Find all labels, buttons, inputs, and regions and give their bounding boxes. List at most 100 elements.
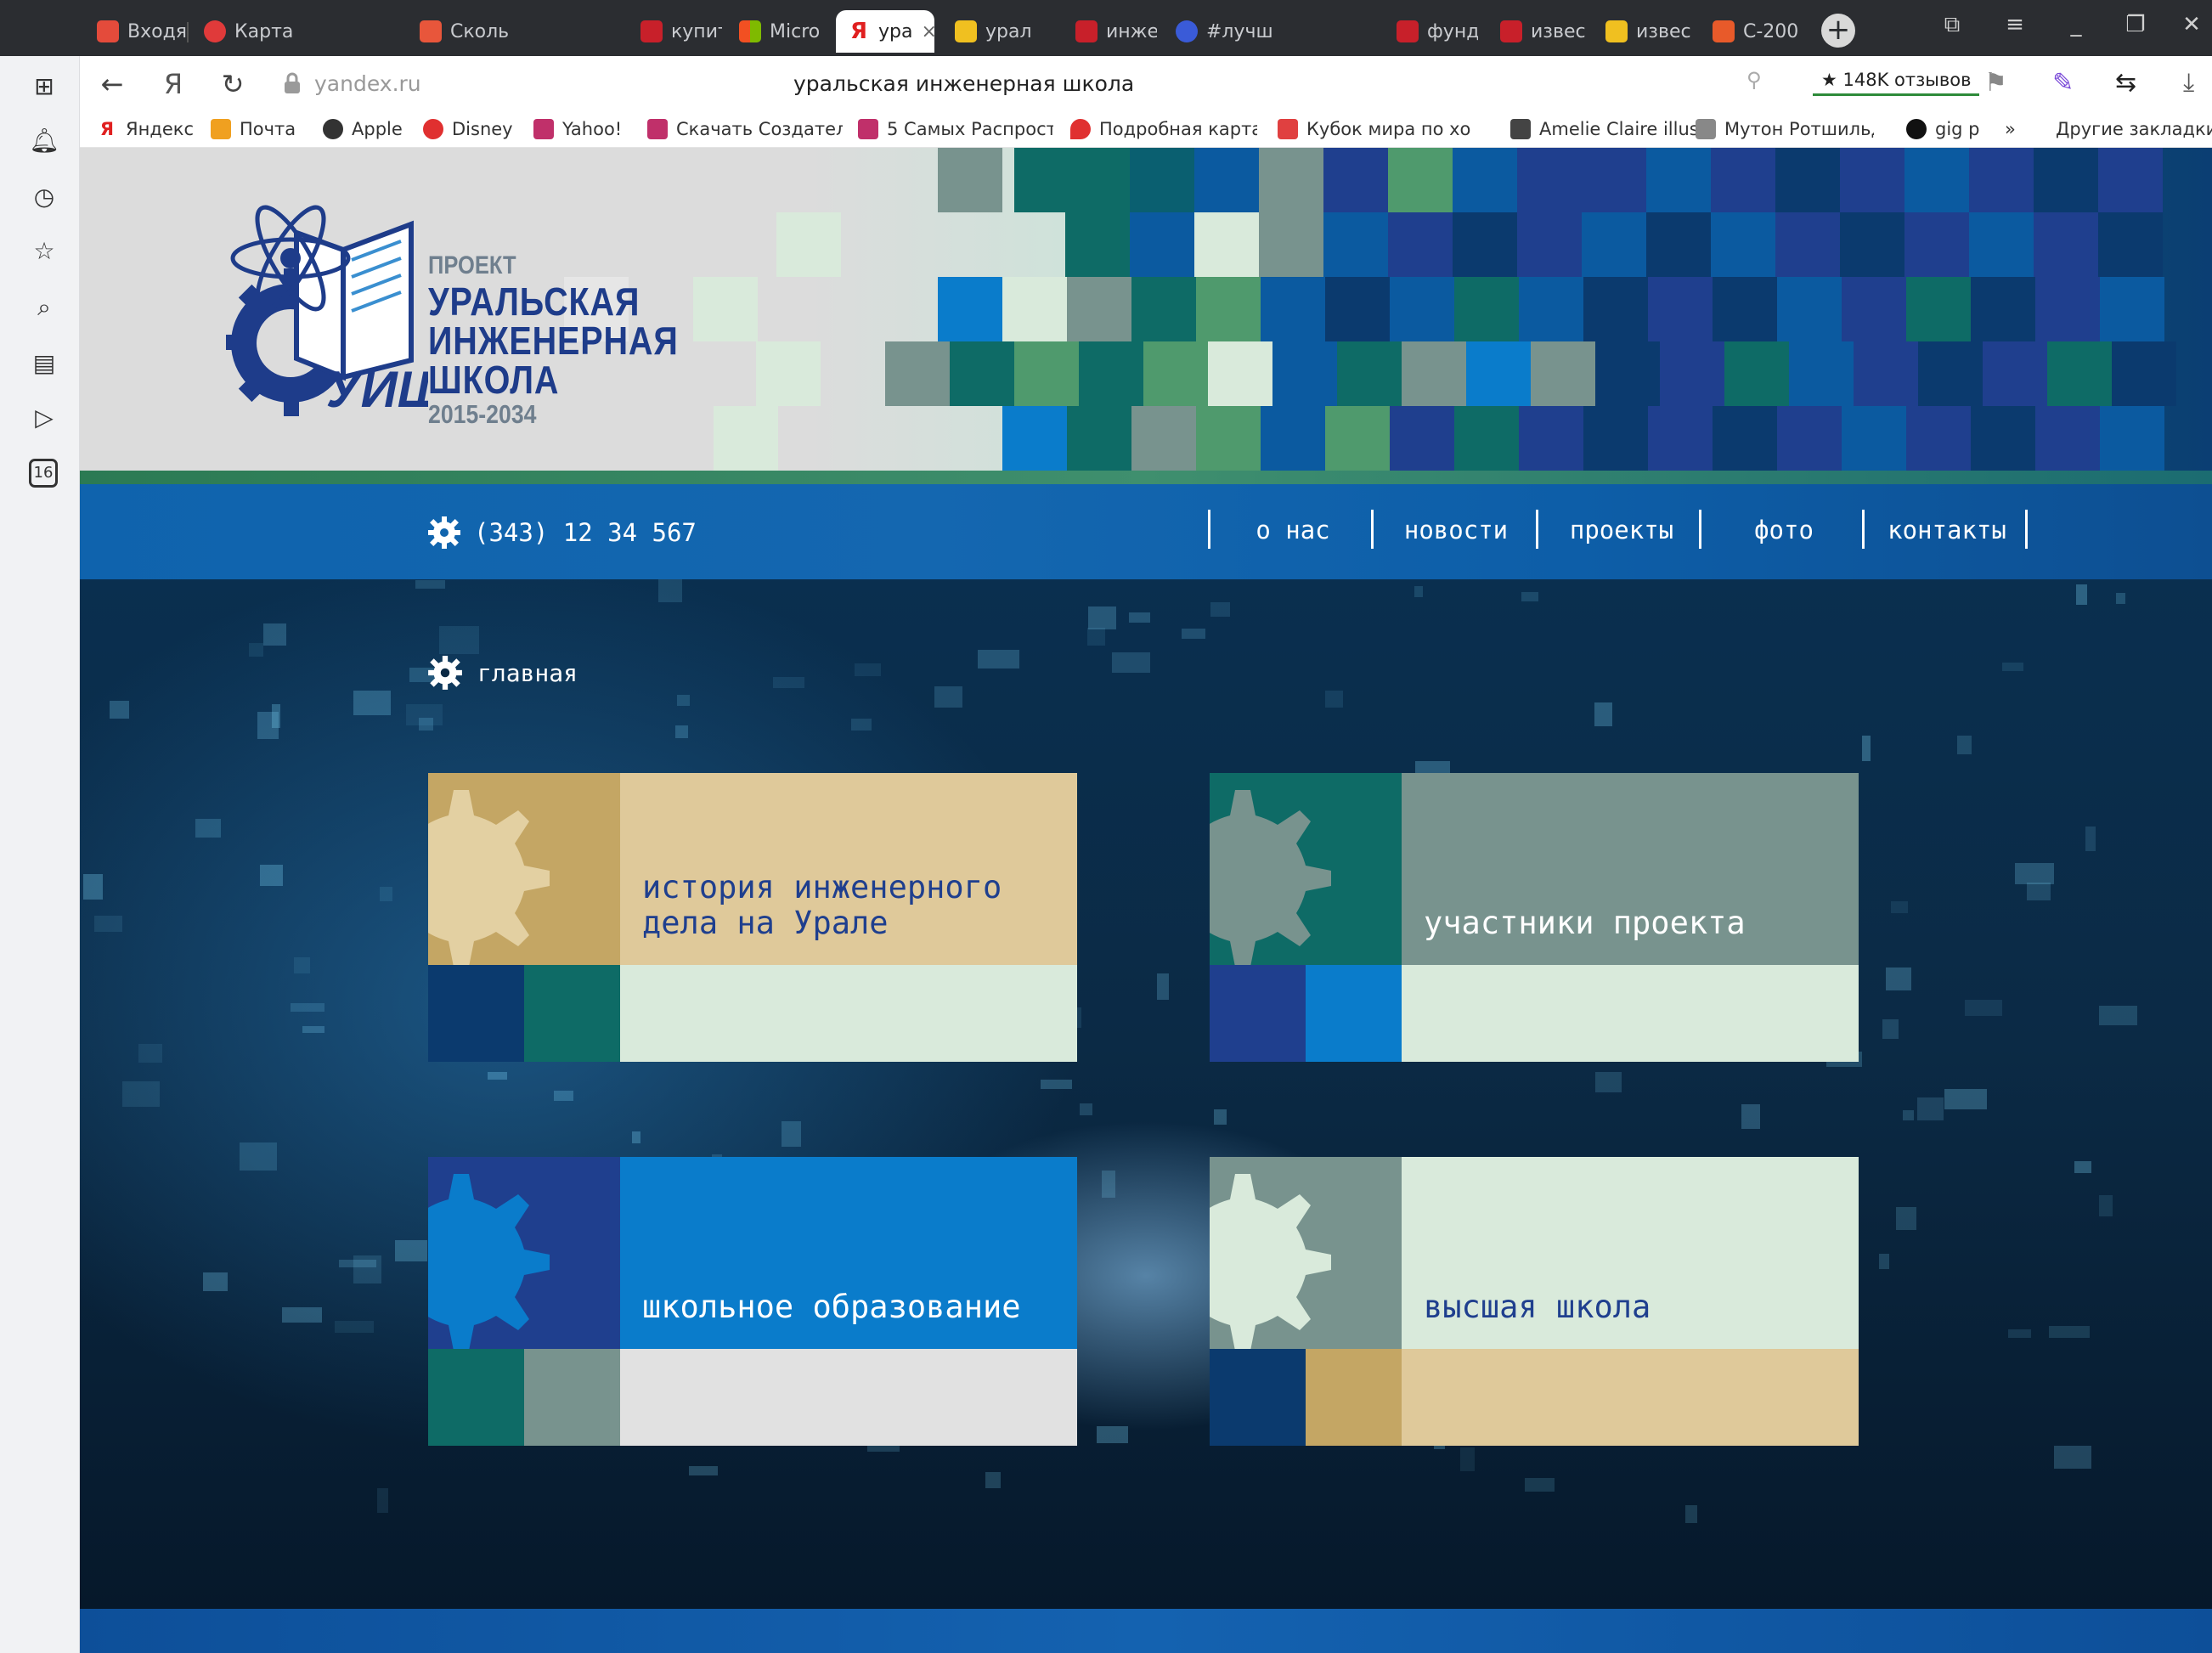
download-icon[interactable]: ⤓ bbox=[2183, 68, 2194, 98]
nav-link-contacts[interactable]: контакты bbox=[1867, 510, 2027, 550]
bookmark-item[interactable]: Disney bbox=[423, 119, 513, 139]
tab-label: извес bbox=[1636, 20, 1691, 42]
restore-icon[interactable]: ❐ bbox=[2119, 12, 2153, 37]
address-page-title[interactable]: уральская инженерная школа bbox=[793, 71, 1134, 96]
grid-spark bbox=[1112, 652, 1151, 673]
mosaic-square bbox=[2035, 406, 2100, 471]
bookmark-item[interactable]: Скачать Создател bbox=[647, 119, 843, 139]
close-tab-icon[interactable]: × bbox=[921, 21, 934, 42]
tab[interactable]: С-200 bbox=[1701, 10, 1811, 53]
mosaic-square bbox=[1143, 341, 1208, 406]
tab-menu-icon[interactable]: ≡ bbox=[1998, 12, 2032, 37]
site-icon bbox=[1713, 20, 1735, 42]
bookmark-item[interactable]: Amelie Claire illust bbox=[1510, 119, 1714, 139]
search-page-icon[interactable]: ⌕ bbox=[29, 292, 59, 323]
bell-icon[interactable]: 🔔︎ bbox=[29, 126, 59, 156]
site-logo[interactable]: УИШ ПРОЕКТ УРАЛЬСКАЯ ИНЖЕНЕРНАЯ ШКОЛА 20… bbox=[216, 190, 691, 429]
tab[interactable]: инже bbox=[1064, 10, 1157, 53]
site-icon bbox=[647, 119, 668, 139]
close-window-icon[interactable]: ✕ bbox=[2175, 12, 2209, 37]
grid-spark bbox=[2099, 1005, 2138, 1026]
grid-spark bbox=[2054, 1445, 2092, 1469]
bookmark-item[interactable]: Подробная карта bbox=[1070, 119, 1257, 139]
bookmark-item[interactable]: Apple bbox=[323, 119, 403, 139]
breadcrumb[interactable]: главная bbox=[426, 654, 578, 691]
new-tab-button[interactable]: + bbox=[1821, 14, 1855, 48]
nav-link-news[interactable]: новости bbox=[1376, 510, 1536, 550]
tab-active[interactable]: Я ура × bbox=[836, 10, 934, 53]
tab[interactable]: Micro bbox=[727, 10, 832, 53]
bookmark-item[interactable]: Почта bbox=[211, 119, 296, 139]
tile-project-participants[interactable]: участники проекта bbox=[1210, 773, 1859, 1062]
mosaic-square bbox=[1583, 277, 1648, 341]
bookmark-flag-icon[interactable]: ⚑ bbox=[1984, 68, 2007, 98]
mosaic-square bbox=[1261, 406, 1325, 471]
mosaic-square bbox=[1453, 212, 1517, 277]
mosaic-square bbox=[1713, 406, 1777, 471]
grid-spark bbox=[2115, 592, 2125, 605]
grid-spark bbox=[1414, 586, 1424, 598]
map-pin-icon bbox=[1070, 119, 1091, 139]
tab[interactable]: извес bbox=[1488, 10, 1590, 53]
yahoo-icon bbox=[533, 119, 554, 139]
yandex-icon: Я bbox=[848, 20, 870, 42]
tab[interactable]: купит bbox=[629, 10, 722, 53]
reviews-badge[interactable]: ★ 148K отзывов bbox=[1813, 66, 1980, 96]
bookmark-item[interactable]: Yahoo! bbox=[533, 119, 622, 139]
tabs-overview-icon[interactable]: ⧉ bbox=[1935, 12, 1969, 38]
pen-icon[interactable]: ✎ bbox=[2052, 68, 2074, 98]
tile-block bbox=[620, 965, 1077, 1062]
tile-school-education[interactable]: школьное образование bbox=[428, 1157, 1077, 1446]
mosaic-square bbox=[2035, 277, 2100, 341]
url-host[interactable]: yandex.ru bbox=[314, 71, 421, 96]
location-pin-icon[interactable]: ⚲ bbox=[1746, 68, 1762, 92]
nav-link-photo[interactable]: фото bbox=[1704, 510, 1864, 550]
mosaic-square bbox=[885, 341, 950, 406]
yandex-home-icon[interactable]: Я bbox=[155, 68, 192, 100]
bookmarks-more-button[interactable]: » bbox=[2005, 119, 2016, 139]
tab[interactable]: фунд bbox=[1385, 10, 1478, 53]
bookmark-star-icon[interactable]: ☆ bbox=[29, 236, 59, 267]
bookmark-item[interactable]: gig p bbox=[1906, 119, 1991, 139]
tile-engineering-history[interactable]: история инженерного дела на Урале bbox=[428, 773, 1077, 1062]
minimize-icon[interactable]: _ bbox=[2059, 12, 2093, 37]
reload-icon[interactable]: ↻ bbox=[214, 68, 251, 100]
grid-spark bbox=[376, 1487, 388, 1514]
mosaic-square bbox=[1777, 406, 1842, 471]
tab[interactable]: урал bbox=[943, 10, 1048, 53]
tile-block bbox=[428, 965, 524, 1062]
tab[interactable]: Сколь bbox=[408, 10, 518, 53]
back-arrow-icon[interactable]: ← bbox=[93, 68, 131, 100]
grid-spark bbox=[488, 1072, 507, 1080]
mosaic-square bbox=[2100, 406, 2164, 471]
history-clock-icon[interactable]: ◷ bbox=[29, 182, 59, 212]
bookmark-item[interactable]: Кубок мира по хо bbox=[1278, 119, 1490, 139]
mosaic-square bbox=[1583, 406, 1648, 471]
tab[interactable]: извес bbox=[1594, 10, 1696, 53]
grid-spark bbox=[259, 864, 284, 887]
tile-block bbox=[524, 965, 620, 1062]
translate-icon[interactable]: ⇆ bbox=[2115, 68, 2136, 98]
grid-spark bbox=[1097, 1426, 1129, 1443]
bookmark-item[interactable]: 5 Самых Распрост bbox=[858, 119, 1053, 139]
mosaic-square bbox=[1067, 277, 1131, 341]
collections-icon[interactable]: ▤ bbox=[29, 348, 59, 379]
tile-higher-school[interactable]: высшая школа bbox=[1210, 1157, 1859, 1446]
mosaic-square bbox=[2112, 341, 2176, 406]
tab[interactable]: #лучш bbox=[1164, 10, 1274, 53]
bookmark-label: Apple bbox=[352, 119, 403, 139]
phone-contact[interactable]: (343) 12 34 567 bbox=[426, 515, 697, 550]
bookmark-item[interactable]: Я Яндекс bbox=[97, 119, 194, 139]
site-icon bbox=[420, 20, 442, 42]
video-play-icon[interactable]: ▷ bbox=[29, 403, 59, 433]
nav-link-about[interactable]: о нас bbox=[1213, 510, 1373, 550]
grid-spark bbox=[1964, 999, 2003, 1017]
nav-link-projects[interactable]: проекты bbox=[1541, 510, 1702, 550]
apps-grid-icon[interactable]: ⊞ bbox=[29, 71, 59, 102]
tab[interactable]: Входя bbox=[85, 10, 187, 53]
tab[interactable]: Карта bbox=[192, 10, 297, 53]
tile-gear-box bbox=[1210, 773, 1402, 965]
bookmark-item[interactable]: Мутон Ротшильд bbox=[1696, 119, 1874, 139]
other-bookmarks-button[interactable]: Другие закладки▾ bbox=[2056, 119, 2212, 139]
calendar-badge-icon[interactable]: 16 bbox=[29, 459, 58, 488]
